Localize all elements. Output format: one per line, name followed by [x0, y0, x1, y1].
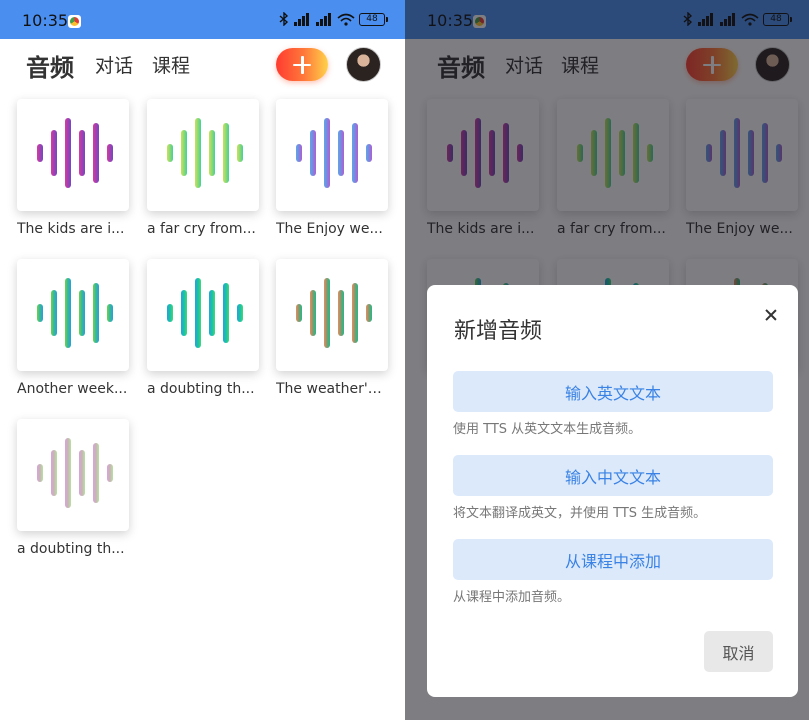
add-audio-screen: 10:35 48 音频 对话 课程 The kids are i... a fa…	[405, 0, 809, 720]
waveform-bar	[93, 123, 99, 183]
waveform-bar	[79, 130, 85, 176]
waveform-icon	[17, 259, 129, 371]
option-description: 从课程中添加音频。	[453, 590, 571, 605]
waveform-bar	[338, 130, 344, 176]
waveform-bar	[167, 144, 173, 162]
waveform-bar	[195, 278, 201, 348]
waveform-bar	[79, 450, 85, 496]
input-english-text-button[interactable]: 输入英文文本	[453, 371, 773, 412]
audio-card[interactable]: a far cry from...	[147, 99, 259, 237]
option-description: 使用 TTS 从英文文本生成音频。	[453, 422, 642, 437]
close-icon[interactable]	[761, 305, 781, 325]
dialog-title: 新增音频	[454, 319, 543, 344]
waveform-bar	[310, 130, 316, 176]
waveform-bar	[324, 118, 330, 188]
waveform-bar	[338, 290, 344, 336]
tab-audio[interactable]: 音频	[26, 48, 74, 83]
waveform-bar	[324, 278, 330, 348]
chrome-icon	[68, 15, 81, 28]
waveform-bar	[93, 283, 99, 343]
waveform-bar	[209, 290, 215, 336]
waveform-bar	[51, 450, 57, 496]
waveform-bar	[296, 304, 302, 322]
waveform-icon	[147, 259, 259, 371]
tab-courses[interactable]: 课程	[152, 51, 190, 78]
avatar[interactable]	[346, 47, 381, 82]
waveform-bar	[37, 144, 43, 162]
input-chinese-text-button[interactable]: 输入中文文本	[453, 455, 773, 496]
audio-title: The kids are i...	[17, 221, 125, 237]
waveform-bar	[181, 290, 187, 336]
waveform-bar	[181, 130, 187, 176]
waveform-icon	[276, 259, 388, 371]
audio-card[interactable]: a doubting th...	[147, 259, 259, 397]
add-audio-dialog: 新增音频 输入英文文本 使用 TTS 从英文文本生成音频。 输入中文文本 将文本…	[427, 285, 798, 697]
add-from-course-button[interactable]: 从课程中添加	[453, 539, 773, 580]
option-description: 将文本翻译成英文，并使用 TTS 生成音频。	[453, 506, 707, 521]
waveform-bar	[310, 290, 316, 336]
waveform-bar	[65, 438, 71, 508]
battery-icon: 48	[359, 12, 388, 26]
waveform-bar	[366, 304, 372, 322]
audio-card[interactable]: The Enjoy we...	[276, 99, 388, 237]
cancel-button[interactable]: 取消	[704, 631, 773, 672]
waveform-bar	[223, 283, 229, 343]
waveform-bar	[51, 290, 57, 336]
status-icons: 48	[279, 12, 388, 26]
waveform-bar	[352, 123, 358, 183]
waveform-bar	[237, 304, 243, 322]
signal-icon	[294, 12, 309, 26]
waveform-bar	[366, 144, 372, 162]
app-header: 音频 对话 课程	[0, 39, 405, 91]
waveform-bar	[107, 464, 113, 482]
bluetooth-icon	[279, 12, 289, 26]
waveform-bar	[65, 118, 71, 188]
waveform-bar	[167, 304, 173, 322]
waveform-bar	[107, 304, 113, 322]
wifi-icon	[337, 13, 355, 26]
signal-icon	[316, 12, 331, 26]
waveform-bar	[65, 278, 71, 348]
add-audio-button[interactable]	[276, 48, 328, 81]
audio-card[interactable]: Another week...	[17, 259, 129, 397]
audio-title: a doubting th...	[17, 541, 125, 557]
plus-icon	[293, 55, 311, 74]
waveform-bar	[93, 443, 99, 503]
audio-title: a far cry from...	[147, 221, 256, 237]
waveform-bar	[37, 304, 43, 322]
waveform-icon	[276, 99, 388, 211]
audio-title: The Enjoy we...	[276, 221, 383, 237]
waveform-bar	[352, 283, 358, 343]
audio-title: The weather's...	[276, 381, 388, 397]
waveform-icon	[147, 99, 259, 211]
waveform-icon	[17, 99, 129, 211]
waveform-bar	[79, 290, 85, 336]
audio-title: Another week...	[17, 381, 128, 397]
waveform-bar	[107, 144, 113, 162]
audio-title: a doubting th...	[147, 381, 255, 397]
audio-card[interactable]: The weather's...	[276, 259, 388, 397]
waveform-bar	[195, 118, 201, 188]
tab-dialogue[interactable]: 对话	[95, 51, 133, 78]
waveform-icon	[17, 419, 129, 531]
audio-list-screen: 10:35 48 音频 对话 课程 The kids are i... a fa…	[0, 0, 405, 720]
waveform-bar	[37, 464, 43, 482]
audio-card[interactable]: a doubting th...	[17, 419, 129, 557]
audio-card[interactable]: The kids are i...	[17, 99, 129, 237]
waveform-bar	[51, 130, 57, 176]
status-bar: 10:35 48	[0, 0, 405, 39]
waveform-bar	[223, 123, 229, 183]
waveform-bar	[237, 144, 243, 162]
status-time: 10:35	[22, 11, 69, 30]
waveform-bar	[209, 130, 215, 176]
waveform-bar	[296, 144, 302, 162]
